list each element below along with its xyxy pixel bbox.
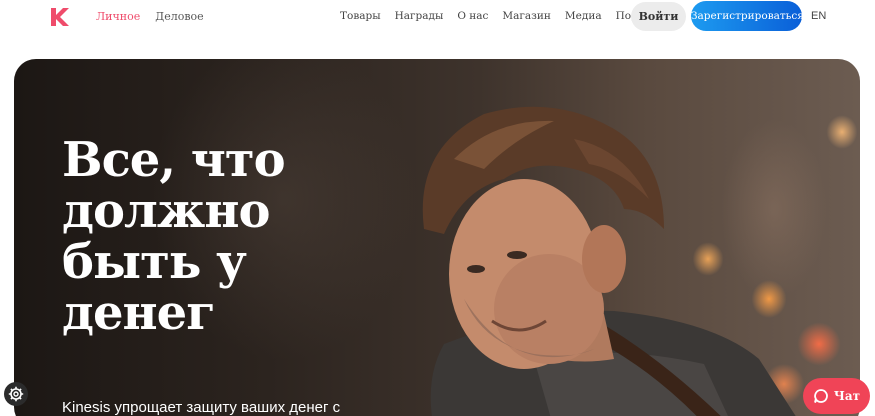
nav-business[interactable]: Деловое (155, 10, 203, 23)
hero-headline: Все, что должно быть у денег (62, 132, 286, 341)
main-nav-links: Товары Награды О нас Магазин Медиа Подде… (340, 10, 679, 22)
account-type-switcher: Личное Деловое (96, 10, 204, 23)
top-navigation: Личное Деловое Товары Награды О нас Мага… (0, 0, 875, 34)
nav-link-media[interactable]: Медиа (565, 10, 602, 22)
kinesis-logo-icon[interactable] (48, 6, 70, 28)
nav-link-about[interactable]: О нас (457, 10, 488, 22)
hero-banner: Все, что должно быть у денег Kinesis упр… (14, 59, 860, 416)
chat-button[interactable]: Чат (803, 378, 870, 414)
cookie-settings-button[interactable] (4, 382, 28, 406)
language-switcher[interactable]: EN (811, 10, 826, 22)
nav-link-store[interactable]: Магазин (502, 10, 551, 22)
chat-bubble-icon (814, 389, 828, 403)
hero-subline: Kinesis упрощает защиту ваших денег с (62, 399, 341, 416)
nav-link-products[interactable]: Товары (340, 10, 381, 22)
nav-link-rewards[interactable]: Награды (395, 10, 444, 22)
gear-icon (8, 386, 24, 402)
nav-personal[interactable]: Личное (96, 10, 140, 23)
login-button[interactable]: Войти (631, 2, 686, 31)
register-button[interactable]: Зарегистрироваться (691, 1, 804, 31)
chat-button-label: Чат (833, 389, 861, 403)
